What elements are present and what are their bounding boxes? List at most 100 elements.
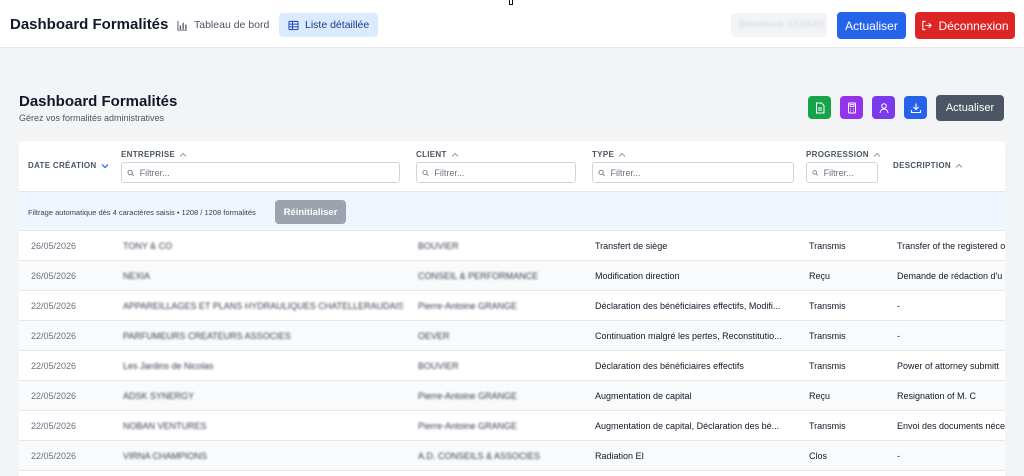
cell-type: Modification direction [595, 271, 680, 281]
tab-label: Liste détaillée [305, 19, 370, 31]
column-header-progression[interactable]: PROGRESSION [806, 150, 881, 159]
cell-date: 22/05/2026 [31, 421, 77, 431]
search-icon [812, 169, 819, 176]
filter-status-bar: Filtrage automatique dès 4 caractères sa… [19, 191, 1005, 231]
cell-type: Augmentation de capital, Déclaration des… [595, 421, 780, 431]
cell-entreprise: APPAREILLAGES ET PLANS HYDRAULIQUES CHAT… [123, 301, 403, 311]
filter-type-input[interactable] [610, 167, 793, 178]
cell-client: Pierre-Antoine GRANGE [418, 421, 518, 431]
cell-date: 22/05/2026 [31, 301, 77, 311]
column-header-description[interactable]: DESCRIPTION [893, 161, 963, 170]
refresh-button[interactable]: Actualiser [936, 95, 1004, 121]
chevron-up-icon [451, 152, 459, 157]
refresh-label: Actualiser [945, 102, 995, 114]
tab-liste-detaillee[interactable]: Liste détaillée [279, 13, 379, 37]
cell-entreprise: NEXIA [123, 271, 151, 281]
cell-progression: Clos [809, 451, 828, 461]
cell-type: Augmentation de capital [595, 391, 692, 401]
export-excel-button[interactable] [808, 96, 831, 119]
user-greeting: Bienvenue XXXXXX [731, 13, 827, 37]
chevron-up-icon [618, 152, 626, 157]
calculator-icon [847, 102, 856, 113]
cell-client: Pierre-Antoine GRANGE [418, 301, 518, 311]
column-header-date[interactable]: DATE CRÉATION [28, 161, 109, 170]
cell-description: - [897, 331, 900, 341]
tab-tableau-de-bord[interactable]: Tableau de bord [168, 13, 278, 37]
cell-progression: Reçu [809, 391, 831, 401]
table-icon [288, 20, 299, 30]
table-row[interactable]: 22/05/2026 NOBAN VENTURES Pierre-Antoine… [19, 411, 1005, 441]
table-row[interactable]: 26/05/2026 TONY & CO BOUVIER Transfert d… [19, 231, 1005, 261]
cell-description: Transfer of the registered o [897, 241, 1005, 251]
cell-client: BOUVIER [418, 241, 459, 251]
cell-client: A.D. CONSEILS & ASSOCIES [418, 451, 541, 461]
cell-date: 22/05/2026 [31, 361, 77, 371]
column-label: TYPE [592, 150, 615, 159]
chevron-down-icon [101, 163, 108, 168]
excel-file-icon [815, 102, 824, 113]
cell-date: 22/05/2026 [31, 451, 77, 461]
cell-type: Déclaration des bénéficiaires effectifs [595, 361, 744, 371]
text-cursor-icon [509, 0, 513, 5]
table-row[interactable]: 22/05/2026 ADSK SYNERGY Pierre-Antoine G… [19, 381, 1005, 411]
table-row[interactable]: 26/05/2026 NEXIA CONSEIL & PERFORMANCE M… [19, 261, 1005, 291]
column-header-entreprise[interactable]: ENTREPRISE [121, 150, 187, 159]
cell-type: Déclaration des bénéficiaires effectifs,… [595, 301, 781, 311]
cell-description: Power of attorney submitt [897, 361, 1000, 371]
cell-date: 22/05/2026 [31, 331, 77, 341]
filter-client[interactable] [416, 162, 576, 183]
cell-type: Continuation malgré les pertes, Reconsti… [595, 331, 782, 341]
formalites-table: DATE CRÉATION ENTREPRISE CLIENT TYPE PRO… [19, 141, 1005, 476]
cell-type: Transfert de siège [595, 241, 668, 251]
cell-client: Pierre-Antoine GRANGE [418, 391, 518, 401]
filter-type[interactable] [592, 162, 794, 183]
filter-status-message: Filtrage automatique dès 4 caractères sa… [28, 208, 256, 217]
app-brand[interactable]: Dashboard Formalités [10, 16, 168, 33]
table-row[interactable]: 22/05/2026 Les Jardins de Nicolas BOUVIE… [19, 351, 1005, 381]
cell-progression: Transmis [809, 421, 846, 431]
filter-progression-input[interactable] [823, 167, 877, 178]
calculator-button[interactable] [840, 96, 863, 119]
cell-client: BOUVIER [418, 361, 459, 371]
reset-filters-button[interactable]: Réinitialiser [275, 200, 346, 224]
filter-progression[interactable] [806, 162, 878, 183]
filter-entreprise-input[interactable] [139, 167, 399, 178]
cell-entreprise: ADSK SYNERGY [123, 391, 195, 401]
search-icon [422, 169, 429, 176]
cell-progression: Transmis [809, 241, 846, 251]
reset-label: Réinitialiser [283, 206, 338, 218]
cell-progression: Reçu [809, 271, 831, 281]
cell-date: 22/05/2026 [31, 391, 77, 401]
column-header-client[interactable]: CLIENT [416, 150, 459, 159]
cell-entreprise: TONY & CO [123, 241, 173, 251]
cell-description: Resignation of M. C [897, 391, 977, 401]
cell-progression: Transmis [809, 361, 846, 371]
table-row[interactable]: 22/05/2026 PARFUMEURS CREATEURS ASSOCIES… [19, 321, 1005, 351]
cell-entreprise: PARFUMEURS CREATEURS ASSOCIES [123, 331, 291, 341]
table-row[interactable]: 22/05/2026 VIRNA CHAMPIONS A.D. CONSEILS… [19, 441, 1005, 471]
column-label: ENTREPRISE [121, 150, 176, 159]
cell-progression: Transmis [809, 301, 846, 311]
table-row[interactable]: 22/05/2026 APPAREILLAGES ET PLANS HYDRAU… [19, 291, 1005, 321]
download-button[interactable] [904, 96, 927, 119]
filter-entreprise[interactable] [121, 162, 400, 183]
cell-entreprise: VIRNA CHAMPIONS [123, 451, 208, 461]
top-navbar: Dashboard Formalités Tableau de bord Lis… [0, 0, 1024, 48]
logout-label: Déconnexion [938, 18, 1009, 33]
user-greeting-label: Bienvenue XXXXXX [739, 19, 825, 30]
tab-label: Tableau de bord [194, 19, 270, 31]
search-icon [127, 169, 134, 176]
column-header-type[interactable]: TYPE [592, 150, 626, 159]
logout-button[interactable]: Déconnexion [915, 12, 1015, 39]
bar-chart-icon [177, 20, 188, 31]
page-title: Dashboard Formalités [19, 93, 178, 110]
cell-description: Envoi des documents néce [897, 421, 1005, 431]
user-button[interactable] [872, 96, 895, 119]
cell-client: CONSEIL & PERFORMANCE [418, 271, 539, 281]
filter-client-input[interactable] [434, 167, 575, 178]
refresh-label: Actualiser [845, 18, 898, 33]
column-label: DATE CRÉATION [28, 161, 97, 170]
refresh-button-top[interactable]: Actualiser [837, 12, 906, 39]
cell-description: Demande de rédaction d'u [897, 271, 1003, 281]
search-icon [598, 169, 605, 176]
